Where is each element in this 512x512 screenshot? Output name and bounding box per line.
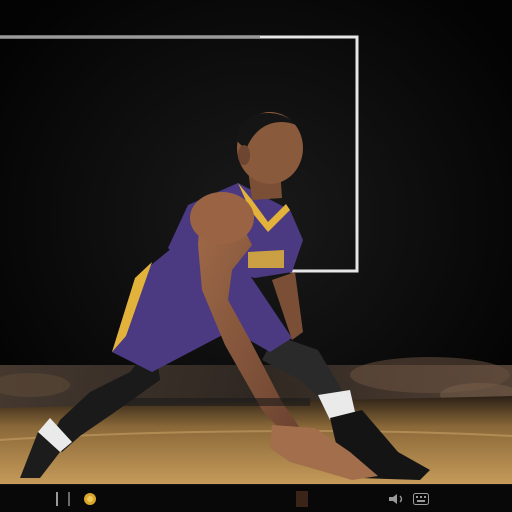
play-dot-icon[interactable]	[80, 491, 100, 507]
court-shadow	[120, 398, 310, 406]
volume-icon[interactable]	[385, 491, 407, 507]
basketball-scene	[0, 0, 512, 484]
bar-icon[interactable]	[54, 491, 60, 507]
court-floor-edge	[292, 491, 312, 507]
player-ear	[238, 145, 250, 165]
player-controls-bar	[0, 484, 512, 512]
bar-icon-secondary	[66, 491, 72, 507]
jersey-number	[248, 250, 284, 268]
player-shoulder	[190, 192, 254, 244]
backboard-top-edge	[0, 36, 260, 38]
keyboard-icon[interactable]	[412, 491, 430, 507]
image-frame	[0, 0, 512, 512]
